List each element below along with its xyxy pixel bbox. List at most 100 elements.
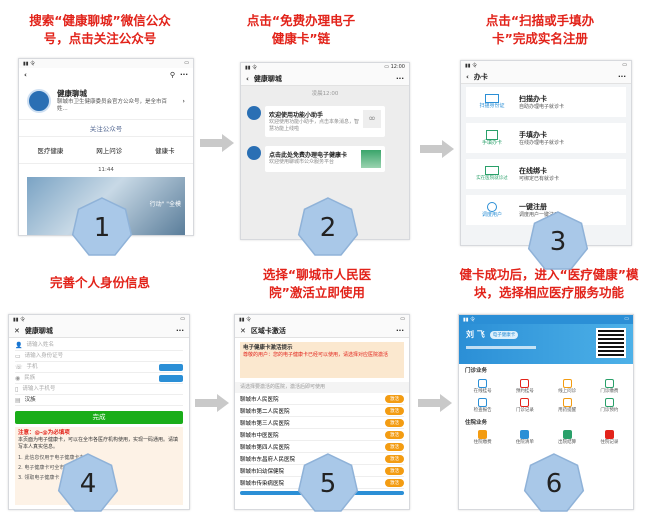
close-icon[interactable]: ✕ [240, 327, 246, 335]
service-item[interactable]: 住院清单 [505, 430, 544, 446]
nav-bar: ‹ ⚲ ··· [19, 68, 193, 82]
service-label: 线上问诊 [558, 389, 577, 394]
option-title: 在线绑卡 [519, 166, 547, 175]
menu-item-medical[interactable]: 医疗健康 [37, 145, 63, 155]
step-marker-6: 6 [522, 452, 586, 516]
activate-button[interactable]: 激活 [385, 478, 404, 487]
option-bind[interactable]: 实在医院就诊过 在线绑卡 可绑定已有就诊卡 [466, 159, 626, 189]
service-item[interactable]: 住院记录 [590, 430, 629, 446]
card-holder-name: 刘 飞 [466, 330, 485, 339]
nation-select[interactable]: 汉族 [25, 397, 36, 404]
more-icon[interactable]: ··· [176, 327, 184, 335]
service-item[interactable]: 在线挂号 [463, 379, 502, 395]
activate-button[interactable]: 激活 [385, 466, 404, 475]
option-scan[interactable]: 扫描身份证 扫描办卡 自助办理电子就诊卡 [466, 87, 626, 117]
calendar-icon [604, 398, 614, 407]
more-icon[interactable]: ··· [396, 327, 404, 335]
service-item[interactable]: 用药提醒 [548, 398, 587, 414]
service-item[interactable]: 检查报告 [463, 398, 502, 414]
status-bar: ▮▮ 令 ▭ [19, 59, 193, 68]
health-card[interactable]: 刘 飞 电子健康卡 [459, 324, 633, 364]
service-item[interactable]: 线上问诊 [548, 379, 587, 395]
hospital-name: 聊城市中医医院 [240, 432, 279, 439]
banner-text: 行动" "全模 [149, 201, 181, 208]
activate-button[interactable]: 激活 [385, 394, 404, 403]
message-timestamp: 11:44 [98, 167, 114, 173]
name-input[interactable]: 请输入姓名 [26, 342, 54, 349]
chevron-right-icon[interactable]: › [182, 97, 185, 105]
avatar [247, 146, 261, 160]
id-number-input[interactable]: 请输入身份证号 [25, 353, 64, 360]
mobile-input[interactable]: 请输入手机号 [22, 386, 55, 393]
message-1-title: 欢迎使用功能小助手 [269, 112, 324, 119]
caption-step4: 完善个人身份信息 [49, 275, 150, 290]
report-icon [478, 398, 488, 407]
service-label: 住院缴费 [473, 440, 492, 445]
message-2[interactable]: 点击此处免费办理电子健康卡 欢迎使用聊城市公众服务平台 [241, 140, 409, 178]
mobile-icon: ▯ [15, 385, 19, 393]
nav-bar: ‹ 健康聊城 ··· [241, 72, 409, 86]
search-icon[interactable]: ⚲ [170, 71, 175, 79]
hospital-row[interactable]: 聊城市第二人民医院 激活 [240, 405, 404, 417]
service-item[interactable]: 门诊记录 [505, 398, 544, 414]
marital-toggle[interactable] [159, 374, 183, 382]
option-manual[interactable]: 手填办卡 手填办卡 在线办理电子就诊卡 [466, 123, 626, 153]
message-1[interactable]: 欢迎使用功能小助手 欢迎使用功能小助手，点击本条消息，智慧功能上线啦 ∞ [241, 103, 409, 140]
caption-step1: 搜索“健康聊城”微信公众号，点击关注公众号 [29, 13, 171, 46]
hospital-name: 聊城市妇幼保健院 [240, 468, 285, 475]
activate-button[interactable]: 激活 [385, 442, 404, 451]
phone-type-select[interactable]: 手机 [27, 364, 38, 371]
service-grid: 在线挂号 预约挂号 线上问诊 门诊缴费 检查报告 门诊记录 用药提醒 门诊预约 [459, 379, 633, 414]
service-item[interactable]: 门诊预约 [590, 398, 629, 414]
status-bar: ▮▮ 令 ▭ [235, 315, 409, 324]
activate-button[interactable]: 激活 [385, 418, 404, 427]
service-label: 在线挂号 [473, 389, 492, 394]
gender-toggle[interactable] [159, 363, 183, 371]
notice-body: 本页面为电子健康卡，可以在全市各医疗机构使用，实现一码通用。请填写本人真实信息。 [18, 437, 179, 450]
wallet-icon [478, 430, 488, 439]
caption-step2: 点击“免费办理电子健康卡”链 [246, 13, 356, 46]
back-icon[interactable]: ‹ [466, 73, 469, 81]
follow-button[interactable]: 关注公众号 [19, 119, 193, 137]
qr-code-icon[interactable] [596, 328, 626, 358]
ethnic-select[interactable]: 民族 [24, 375, 35, 382]
arrow-right-icon [200, 134, 234, 152]
step-number: 1 [93, 213, 111, 243]
step-number: 6 [545, 469, 563, 499]
service-label: 门诊预约 [600, 408, 619, 413]
chat-time: 凌晨12:00 [311, 91, 339, 97]
hospital-card-icon [485, 166, 499, 175]
service-item[interactable]: 住院缴费 [463, 430, 502, 446]
appointment-icon [520, 379, 530, 388]
more-icon[interactable]: ··· [618, 73, 626, 81]
activate-button[interactable]: 激活 [385, 406, 404, 415]
service-label: 住院清单 [515, 440, 534, 445]
hospital-row[interactable]: 聊城市中医医院 激活 [240, 429, 404, 441]
user-icon [487, 201, 497, 212]
back-icon[interactable]: ‹ [246, 75, 249, 83]
account-name: 健康聊城 [57, 89, 87, 98]
menu-item-consult[interactable]: 网上问诊 [96, 145, 122, 155]
menu-item-card[interactable]: 健康卡 [155, 145, 175, 155]
service-item[interactable]: 预约挂号 [505, 379, 544, 395]
record-icon [520, 398, 530, 407]
more-icon[interactable]: ··· [396, 75, 404, 83]
close-icon[interactable]: ✕ [14, 327, 20, 335]
status-bar: ▮▮ 令 ▭ [461, 61, 631, 70]
link-icon: ∞ [363, 110, 381, 128]
nav-bar: ✕ 健康聊城 ··· [9, 324, 189, 338]
card-label: 电子健康卡 [489, 330, 519, 339]
hospital-row[interactable]: 聊城市人民医院 激活 [240, 393, 404, 405]
activate-button[interactable]: 激活 [385, 454, 404, 463]
activate-button[interactable]: 激活 [385, 430, 404, 439]
account-logo-icon [27, 88, 51, 113]
back-icon[interactable]: ‹ [24, 71, 27, 79]
step-marker-4: 4 [56, 452, 120, 516]
service-item[interactable]: 出院结算 [548, 430, 587, 446]
service-label: 预约挂号 [515, 389, 534, 394]
service-item[interactable]: 门诊缴费 [590, 379, 629, 395]
step-number: 4 [79, 469, 97, 499]
more-icon[interactable]: ··· [180, 71, 188, 79]
hospital-row[interactable]: 聊城市第三人民医院 激活 [240, 417, 404, 429]
submit-button[interactable]: 完成 [15, 411, 183, 424]
